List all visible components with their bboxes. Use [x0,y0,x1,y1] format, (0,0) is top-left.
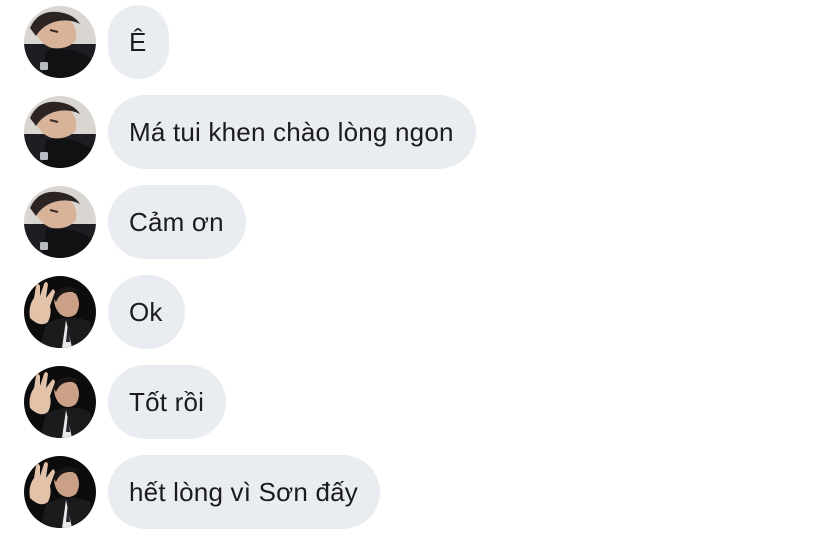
sender-avatar-a[interactable] [24,6,96,78]
message-bubble[interactable]: Ok [108,275,185,349]
message-text: hết lòng vì Sơn đấy [129,476,358,507]
sender-avatar-a[interactable] [24,186,96,258]
message-text: Ok [129,296,163,327]
message-bubble[interactable]: Cảm ơn [108,185,246,259]
message-row: Cảm ơn [24,185,246,259]
message-thread: Ê Má tui khen chào lòng ngon Cảm ơn Ok T… [0,0,828,544]
message-text: Má tui khen chào lòng ngon [129,116,454,147]
message-row: Má tui khen chào lòng ngon [24,95,476,169]
message-bubble[interactable]: Ê [108,5,169,79]
message-row: Ê [24,5,169,79]
sender-avatar-b[interactable] [24,456,96,528]
message-bubble[interactable]: Má tui khen chào lòng ngon [108,95,476,169]
sender-avatar-a[interactable] [24,96,96,168]
message-row: Ok [24,275,185,349]
message-bubble[interactable]: Tốt rồi [108,365,227,439]
message-text: Tốt rồi [129,386,205,417]
message-row: Tốt rồi [24,365,227,439]
sender-avatar-b[interactable] [24,366,96,438]
message-bubble[interactable]: hết lòng vì Sơn đấy [108,455,380,529]
sender-avatar-b[interactable] [24,276,96,348]
message-text: Ê [129,26,147,57]
message-text: Cảm ơn [129,206,224,237]
message-row: hết lòng vì Sơn đấy [24,455,380,529]
